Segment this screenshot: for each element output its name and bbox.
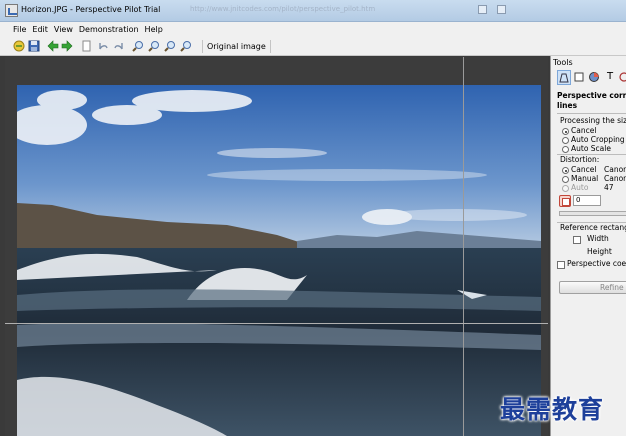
tab-more[interactable]	[618, 70, 626, 85]
zoom-in-icon[interactable]	[132, 40, 144, 52]
undo-icon[interactable]	[97, 40, 109, 52]
radio-auto-scale[interactable]	[562, 146, 569, 153]
horizontal-guide-line[interactable]	[5, 323, 548, 324]
open-icon[interactable]	[13, 40, 25, 52]
rectangle-tool-icon	[574, 72, 584, 82]
redo-icon[interactable]	[113, 40, 125, 52]
refine-button[interactable]: Refine	[559, 281, 626, 294]
radio-size-cancel[interactable]	[562, 128, 569, 135]
width-checkbox[interactable]	[573, 236, 581, 244]
radio-distortion-manual-label: Manual	[571, 174, 599, 183]
distortion-value-input[interactable]: 0	[573, 195, 601, 206]
section-title-line-1: Perspective correct	[557, 91, 626, 100]
section-title-line-2: lines	[557, 101, 578, 110]
more-tool-icon	[619, 72, 626, 82]
distortion-label: Distortion:	[560, 155, 600, 164]
vertical-guide-line[interactable]	[463, 57, 464, 436]
perspective-coefficient-checkbox[interactable]	[557, 261, 565, 269]
distortion-stepper[interactable]	[559, 195, 571, 207]
width-label: Width	[587, 234, 609, 243]
original-image-button[interactable]: Original image	[202, 40, 271, 53]
image-canvas[interactable]	[5, 57, 548, 436]
radio-auto-scale-label: Auto Scale	[571, 144, 611, 153]
app-icon	[5, 4, 18, 17]
color-wheel-icon	[589, 72, 599, 82]
window-title: Horizon.JPG - Perspective Pilot Trial	[21, 5, 161, 14]
perspective-tool-icon	[559, 73, 569, 83]
radio-auto-cropping[interactable]	[562, 137, 569, 144]
tab-rectangle[interactable]	[573, 70, 587, 85]
menu-view[interactable]: View	[51, 22, 76, 36]
radio-distortion-cancel-label: Cancel	[571, 165, 597, 174]
back-arrow-icon[interactable]	[47, 40, 59, 52]
lens-model-2: Canon	[604, 174, 626, 183]
forward-arrow-icon[interactable]	[61, 40, 73, 52]
menu-help[interactable]: Help	[142, 22, 166, 36]
distortion-slider[interactable]	[559, 211, 626, 216]
zoom-actual-icon[interactable]	[180, 40, 192, 52]
divider	[557, 113, 626, 114]
window-button-icon[interactable]	[497, 5, 506, 14]
reference-rectangle-label: Reference rectangle	[560, 223, 626, 232]
menu-edit[interactable]: Edit	[29, 22, 51, 36]
save-icon[interactable]	[28, 40, 40, 52]
radio-size-cancel-label: Cancel	[571, 126, 597, 135]
title-bar[interactable]: Horizon.JPG - Perspective Pilot Trial ht…	[0, 0, 626, 22]
height-label: Height	[587, 247, 612, 256]
app-window: Horizon.JPG - Perspective Pilot Trial ht…	[0, 0, 626, 436]
lens-model-1: Canon	[604, 165, 626, 174]
background-url-text: http://www.jnitcodes.com/pilot/perspecti…	[190, 5, 376, 13]
text-tool-icon[interactable]: T	[604, 70, 618, 85]
tab-perspective[interactable]	[557, 70, 571, 85]
tab-color[interactable]	[588, 70, 602, 85]
menu-file[interactable]: File	[0, 22, 29, 36]
menu-bar: File Edit View Demonstration Help	[0, 22, 626, 37]
radio-auto-cropping-label: Auto Cropping	[571, 135, 625, 144]
radio-distortion-manual[interactable]	[562, 176, 569, 183]
processing-size-label: Processing the size:	[560, 116, 626, 125]
radio-distortion-cancel[interactable]	[562, 167, 569, 174]
window-button-icon[interactable]	[478, 5, 487, 14]
lens-model-3: 47	[604, 183, 614, 192]
tools-tabs: T	[553, 70, 626, 86]
zoom-fit-icon[interactable]	[164, 40, 176, 52]
zoom-out-icon[interactable]	[148, 40, 160, 52]
page-icon[interactable]	[80, 40, 92, 52]
radio-distortion-auto-label: Auto	[571, 183, 589, 192]
perspective-coefficient-label: Perspective coeffi	[567, 259, 626, 268]
tools-panel: Tools T Perspective correct lines Proces…	[550, 56, 626, 436]
toolbar: Original image	[0, 37, 626, 56]
tools-header: Tools	[553, 58, 573, 67]
radio-distortion-auto[interactable]	[562, 185, 569, 192]
watermark: 最需教育	[500, 395, 605, 424]
menu-demonstration[interactable]: Demonstration	[76, 22, 142, 36]
